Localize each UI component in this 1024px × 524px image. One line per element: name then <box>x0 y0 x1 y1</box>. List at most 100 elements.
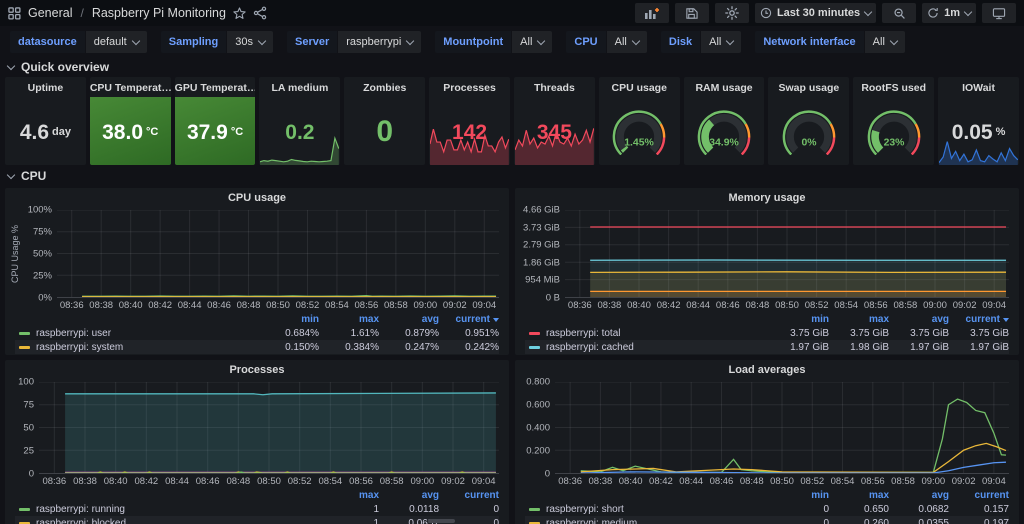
stat-panel-title[interactable]: Threads <box>514 77 595 99</box>
stat-panel-body: 0% <box>768 99 849 165</box>
legend-column-avg[interactable]: avg <box>889 490 949 501</box>
legend-column-current[interactable]: current <box>949 490 1009 501</box>
star-icon[interactable] <box>233 7 246 20</box>
chart-plot-area[interactable] <box>555 382 1009 474</box>
stat-panel-title[interactable]: CPU Temperat… <box>90 77 171 99</box>
series-label[interactable]: raspberrypi: cached <box>546 342 769 353</box>
section-header-cpu[interactable]: CPU <box>0 165 1024 186</box>
stat-panel-title[interactable]: RAM usage <box>684 77 765 99</box>
legend-value: 0.260 <box>829 518 889 524</box>
stat-panel-uptime[interactable]: Uptime4.6day <box>5 77 86 165</box>
legend-column-max[interactable]: max <box>829 314 889 325</box>
stat-panel-title[interactable]: IOWait <box>938 77 1019 99</box>
legend-column-min[interactable]: min <box>769 490 829 501</box>
legend-header: minmaxavgcurrent <box>15 313 499 326</box>
add-panel-button[interactable] <box>635 3 669 23</box>
chart-panel-memory-usage: Memory usage4.66 GiB3.73 GiB2.79 GiB1.86… <box>515 188 1019 355</box>
legend-column-avg[interactable]: avg <box>379 314 439 325</box>
series-label[interactable]: raspberrypi: medium <box>546 518 769 524</box>
tv-cycle-view-button[interactable] <box>982 3 1016 23</box>
refresh-picker[interactable]: 1m <box>922 3 976 23</box>
stat-panel-cpu-usage[interactable]: CPU usage1.45% <box>599 77 680 165</box>
legend-column-current[interactable]: current <box>439 490 499 501</box>
variable-value-dropdown[interactable]: All <box>701 31 741 53</box>
variables-row: datasourcedefault Sampling30s Serverraspbe… <box>0 26 1024 56</box>
stat-panel-threads[interactable]: Threads345 <box>514 77 595 165</box>
stat-panel-title[interactable]: Processes <box>429 77 510 99</box>
legend-column-min[interactable]: min <box>769 314 829 325</box>
breadcrumb[interactable]: Raspberry Pi Monitoring <box>92 6 226 20</box>
variable-value-dropdown[interactable]: All <box>865 31 905 53</box>
variable-value-dropdown[interactable]: 30s <box>227 31 273 53</box>
legend-column-max[interactable]: max <box>319 314 379 325</box>
stat-panel-title[interactable]: LA medium <box>259 77 340 99</box>
legend-column-label: avg <box>932 314 949 325</box>
grid-icon[interactable] <box>8 7 21 20</box>
stat-panel-iowait[interactable]: IOWait0.05% <box>938 77 1019 165</box>
chart-panel-title[interactable]: Load averages <box>515 360 1019 380</box>
variable-picker-cpu[interactable]: CPUAll <box>566 31 646 53</box>
series-label[interactable]: raspberrypi: user <box>36 328 259 339</box>
chart-plot-area[interactable] <box>565 210 1009 298</box>
save-dashboard-button[interactable] <box>675 3 709 23</box>
variable-value-dropdown[interactable]: default <box>86 31 147 53</box>
variable-picker-disk[interactable]: DiskAll <box>661 31 741 53</box>
settings-gear-button[interactable] <box>715 3 749 23</box>
legend-column-min[interactable]: min <box>259 314 319 325</box>
x-tick-label: 09:02 <box>953 300 977 311</box>
stat-panel-cpu-temperat[interactable]: CPU Temperat…38.0°C <box>90 77 171 165</box>
x-tick-label: 08:42 <box>134 476 158 487</box>
legend-value: 3.75 GiB <box>829 328 889 339</box>
series-label[interactable]: raspberrypi: short <box>546 504 769 515</box>
chart-panel-title[interactable]: CPU usage <box>5 188 509 208</box>
stat-panel-processes[interactable]: Processes142 <box>429 77 510 165</box>
zoom-out-button[interactable] <box>882 3 916 23</box>
section-header-quick-overview[interactable]: Quick overview <box>0 56 1024 77</box>
stat-panel-la-medium[interactable]: LA medium0.2 <box>259 77 340 165</box>
stat-panel-ram-usage[interactable]: RAM usage34.9% <box>684 77 765 165</box>
stat-panel-title[interactable]: Zombies <box>344 77 425 99</box>
legend-column-max[interactable]: max <box>829 490 889 501</box>
legend-column-max[interactable]: max <box>319 490 379 501</box>
series-label[interactable]: raspberrypi: total <box>546 328 769 339</box>
stat-panel-title[interactable]: CPU usage <box>599 77 680 99</box>
variable-picker-sampling[interactable]: Sampling30s <box>161 31 273 53</box>
stat-panel-title[interactable]: RootFS used <box>853 77 934 99</box>
variable-picker-datasource[interactable]: datasourcedefault <box>10 31 147 53</box>
legend-column-current[interactable]: current <box>439 314 499 325</box>
legend-column-avg[interactable]: avg <box>379 490 439 501</box>
share-icon[interactable] <box>253 6 267 20</box>
chart-plot-area[interactable] <box>39 382 499 474</box>
legend-column-avg[interactable]: avg <box>889 314 949 325</box>
stat-panel-body: 37.9°C <box>175 99 256 165</box>
stat-panel-gpu-temperat[interactable]: GPU Temperat…37.9°C <box>175 77 256 165</box>
variable-picker-network-interface[interactable]: Network interfaceAll <box>755 31 905 53</box>
chart-panel-title[interactable]: Memory usage <box>515 188 1019 208</box>
stat-panel-title[interactable]: Uptime <box>5 77 86 99</box>
legend-value: 3.75 GiB <box>889 328 949 339</box>
chart-plot-area[interactable] <box>57 210 499 298</box>
stat-panel-zombies[interactable]: Zombies0 <box>344 77 425 165</box>
x-tick-label: 08:56 <box>864 300 888 311</box>
time-range-picker[interactable]: Last 30 minutes <box>755 3 876 23</box>
variable-value-dropdown[interactable]: All <box>512 31 552 53</box>
legend-column-current[interactable]: current <box>949 314 1009 325</box>
variable-value-dropdown[interactable]: All <box>607 31 647 53</box>
chevron-down-icon <box>632 36 640 44</box>
variable-value-dropdown[interactable]: raspberrypi <box>338 31 421 53</box>
stat-panel-swap-usage[interactable]: Swap usage0% <box>768 77 849 165</box>
stat-panel-title[interactable]: GPU Temperat… <box>175 77 256 99</box>
horizontal-scrollbar-thumb[interactable] <box>428 519 455 523</box>
breadcrumb-section[interactable]: General <box>28 6 72 20</box>
stat-unit: °C <box>146 126 158 138</box>
stat-panel-title[interactable]: Swap usage <box>768 77 849 99</box>
stat-panel-rootfs-used[interactable]: RootFS used23% <box>853 77 934 165</box>
variable-picker-server[interactable]: Serverraspberrypi <box>287 31 421 53</box>
series-label[interactable]: raspberrypi: blocked <box>36 518 319 524</box>
variable-picker-mountpoint[interactable]: MountpointAll <box>435 31 552 53</box>
series-label[interactable]: raspberrypi: system <box>36 342 259 353</box>
chart-panel-title[interactable]: Processes <box>5 360 509 380</box>
x-tick-label: 08:56 <box>861 476 885 487</box>
variable-selected-value: All <box>873 36 885 48</box>
series-label[interactable]: raspberrypi: running <box>36 504 319 515</box>
